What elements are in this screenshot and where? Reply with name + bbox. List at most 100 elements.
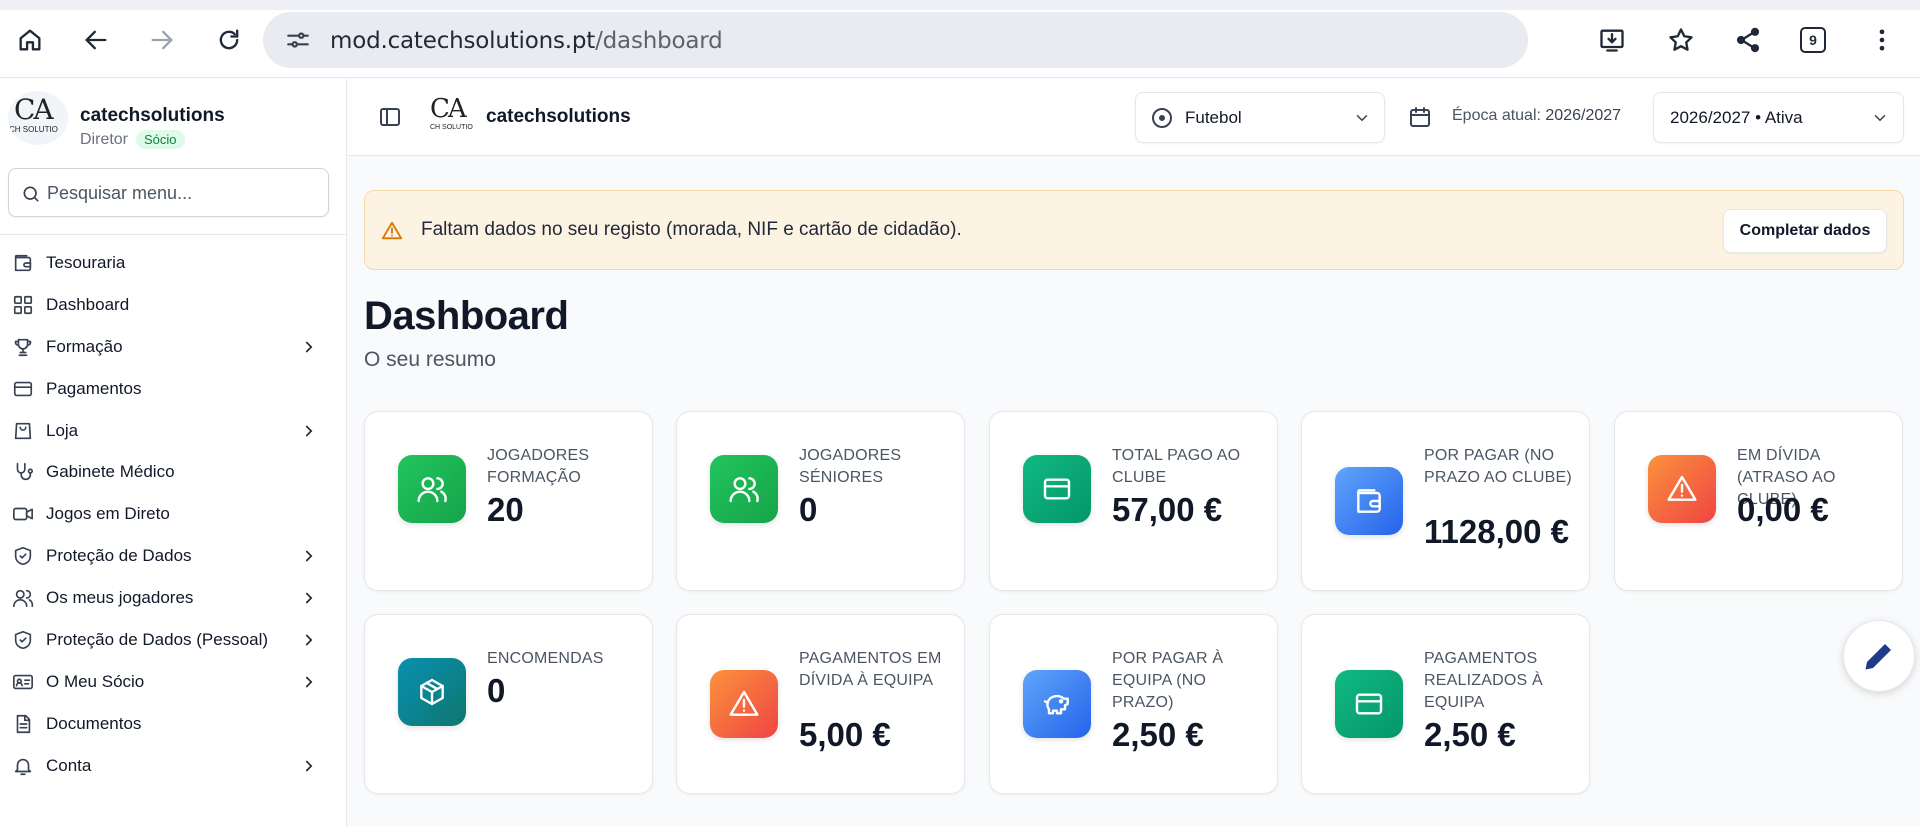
stat-card-value: 2,50 € [1424,716,1516,753]
sidebar-item-label: Proteção de Dados [46,546,192,566]
site-settings-icon[interactable] [285,27,311,53]
sidebar-item[interactable]: Pagamentos [0,368,346,410]
browser-toolbar: mod.catechsolutions.pt/dashboard 9 [0,0,1920,78]
header-logo-letters: CA [430,94,467,124]
share-icon [1736,27,1760,53]
stat-card: Pagamentos realizados à equipa 2,50 € [1301,614,1590,794]
sidebar-item[interactable]: Os meus jogadores [0,577,346,619]
sport-select-value: Futebol [1185,108,1242,127]
sidebar-item[interactable]: Documentos [0,703,346,745]
stat-card: Encomendas 0 [364,614,653,794]
reload-button[interactable] [209,20,249,60]
back-button[interactable] [76,20,116,60]
sidebar-item-label: Jogos em Direto [46,504,170,524]
sidebar-divider [0,234,346,235]
complete-data-button[interactable]: Completar dados [1723,209,1887,253]
shopping-bag-icon-wrap [12,420,34,442]
season-select-value: 2026/2027 • Ativa [1670,108,1803,127]
chevron-down-icon [1356,115,1368,122]
sidebar-item[interactable]: Proteção de Dados (Pessoal) [0,619,346,661]
home-button[interactable] [10,20,50,60]
tab-switcher-button[interactable]: 9 [1800,27,1826,53]
stat-card-value: 57,00 € [1112,491,1223,528]
stat-card-icon [398,455,466,523]
home-icon [19,29,41,51]
sidebar-item-label: Tesouraria [46,252,126,272]
sidebar-item[interactable]: Proteção de Dados [0,535,346,577]
install-app-button[interactable] [1592,20,1632,60]
menu-search-input[interactable] [47,179,317,207]
video-icon [13,508,33,521]
url-host: mod.catechsolutions.pt [330,28,596,54]
stat-card-label: Jogadores Séniores [799,447,902,486]
page-subtitle: O seu resumo [364,348,496,371]
sidebar-item[interactable]: Dashboard [0,284,346,326]
alert-triangle-icon [729,690,759,716]
stat-card-icon [1335,467,1403,535]
stat-card: Pagamentos em dívida à equipa 5,00 € [676,614,965,794]
header-logo-subtext: CH SOLUTIO [430,124,473,131]
season-select[interactable]: 2026/2027 • Ativa [1653,92,1904,143]
chevron-right-icon[interactable] [300,547,318,565]
stat-card-icon [1023,670,1091,738]
current-season-value: 2026/2027 [1545,107,1622,124]
stat-card-icon [1648,455,1716,523]
more-vertical-icon [1879,29,1885,51]
sidebar-item[interactable]: Tesouraria [0,242,346,284]
sidebar: CA CH SOLUTIO catechsolutions Diretor Só… [0,79,347,826]
alert-message: Faltam dados no seu registo (morada, NIF… [421,219,962,240]
trophy-icon-wrap [12,336,34,358]
sidebar-item[interactable]: Loja [0,410,346,452]
document-icon [16,714,31,733]
stat-card-value: 20 [487,491,524,528]
users-icon-wrap [12,587,34,609]
url-text: mod.catechsolutions.pt/dashboard [330,28,723,54]
sidebar-toggle-icon[interactable] [378,105,402,129]
stat-card-icon [398,658,466,726]
browser-menu-button[interactable] [1862,20,1902,60]
credit-card-icon-wrap [12,378,34,400]
stat-card: Por pagar à equipa (no prazo) 2,50 € [989,614,1278,794]
stat-card-label: Encomendas [487,650,604,667]
stethoscope-icon [16,463,33,481]
chevron-right-icon[interactable] [300,757,318,775]
piggy-bank-icon [1043,694,1069,715]
sidebar-item[interactable]: Formação [0,326,346,368]
forward-button[interactable] [142,20,182,60]
chevron-right-icon[interactable] [300,673,318,691]
sport-select[interactable]: Futebol [1135,92,1385,143]
chevron-right-icon[interactable] [300,631,318,649]
stat-card-value: 0 [487,672,506,709]
alert-triangle-icon [1667,475,1697,501]
wallet-icon [1357,489,1381,513]
stat-card-label: Pagamentos realizados à equipa [1424,650,1543,711]
reload-icon [219,29,239,50]
logo-subtext: CH SOLUTIO [9,125,58,134]
stat-card-label: Pagamentos em dívida à equipa [799,650,942,689]
chevron-right-icon[interactable] [300,589,318,607]
sidebar-item[interactable]: Conta [0,745,346,787]
alert-triangle-icon [381,221,403,240]
stat-card-icon [710,455,778,523]
sidebar-item[interactable]: Gabinete Médico [0,451,346,493]
grid-icon-wrap [12,294,34,316]
address-bar[interactable]: mod.catechsolutions.pt/dashboard [263,12,1528,68]
chevron-right-icon[interactable] [300,338,318,356]
share-button[interactable] [1728,20,1768,60]
chevron-right-icon[interactable] [300,422,318,440]
sidebar-item-label: Dashboard [46,294,130,314]
menu-search[interactable] [8,168,329,217]
sidebar-menu: Tesouraria Dashboard Formação Pagamentos Loj… [0,242,346,787]
bookmark-button[interactable] [1661,20,1701,60]
users-icon [729,477,759,503]
search-icon [23,186,39,202]
edit-fab-button[interactable] [1843,620,1915,692]
grid-icon [13,295,33,314]
current-season-label: Época atual: [1452,107,1546,124]
pencil-icon [1865,644,1891,670]
sidebar-item[interactable]: Jogos em Direto [0,493,346,535]
sidebar-item[interactable]: O Meu Sócio [0,661,346,703]
credit-card-icon [1043,478,1071,500]
users-icon [13,589,34,608]
sidebar-item-label: Documentos [46,713,142,733]
